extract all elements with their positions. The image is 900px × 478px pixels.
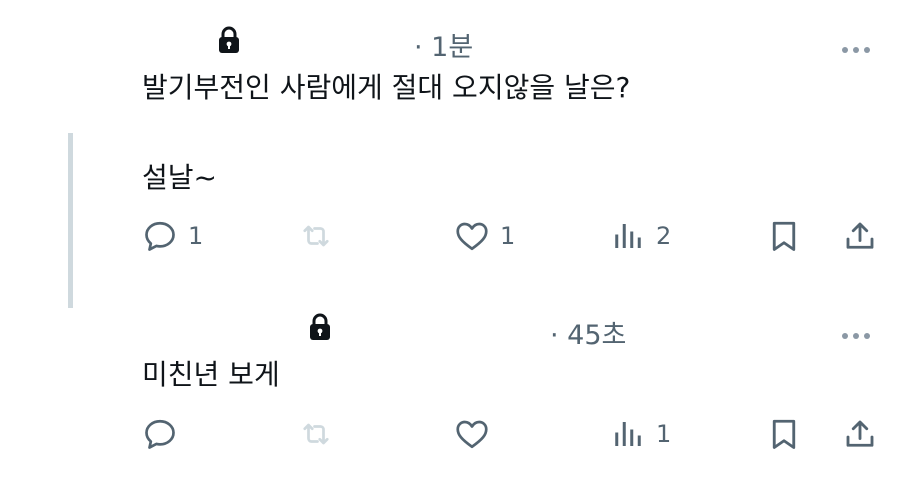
- bookmark-button[interactable]: [766, 416, 802, 452]
- reply-count: 1: [188, 222, 204, 250]
- retweet-icon: [303, 225, 329, 247]
- views-icon: [615, 224, 641, 248]
- retweet-button[interactable]: [298, 416, 334, 452]
- tweet[interactable]: · 1분 발기부전인 사람에게 절대 오지않을 날은? 설날~ 1 1 2: [0, 0, 900, 308]
- retweet-icon: [303, 423, 329, 445]
- more-icon[interactable]: [842, 324, 878, 339]
- views-button[interactable]: 1: [610, 416, 671, 452]
- like-button[interactable]: 1: [454, 218, 515, 254]
- tweet[interactable]: · 45초 미친년 보게 1: [0, 300, 900, 478]
- bookmark-icon: [772, 221, 796, 251]
- views-icon: [615, 422, 641, 446]
- reply-button[interactable]: 1: [142, 218, 203, 254]
- reply-text: 설날~: [142, 161, 217, 194]
- lock-icon: [307, 313, 333, 341]
- share-icon: [846, 420, 874, 447]
- share-icon: [846, 222, 874, 249]
- reply-icon: [145, 419, 175, 449]
- heart-icon: [456, 420, 488, 449]
- bookmark-button[interactable]: [766, 218, 802, 254]
- like-count: 1: [500, 222, 516, 250]
- lock-icon: [216, 26, 242, 54]
- timestamp[interactable]: · 1분: [414, 25, 473, 64]
- views-button[interactable]: 2: [610, 218, 671, 254]
- heart-icon: [456, 222, 488, 251]
- tweet-text: 발기부전인 사람에게 절대 오지않을 날은?: [142, 71, 631, 104]
- share-button[interactable]: [842, 416, 878, 452]
- tweet-text: 미친년 보게: [142, 358, 280, 391]
- bookmark-icon: [772, 419, 796, 449]
- reply-button[interactable]: [142, 416, 178, 452]
- reply-icon: [145, 221, 175, 251]
- more-icon[interactable]: [842, 38, 878, 53]
- retweet-button[interactable]: [298, 218, 334, 254]
- view-count: 2: [656, 222, 672, 250]
- view-count: 1: [656, 420, 672, 448]
- share-button[interactable]: [842, 218, 878, 254]
- thread-line: [68, 133, 73, 308]
- like-button[interactable]: [454, 416, 490, 452]
- timestamp[interactable]: · 45초: [550, 313, 626, 352]
